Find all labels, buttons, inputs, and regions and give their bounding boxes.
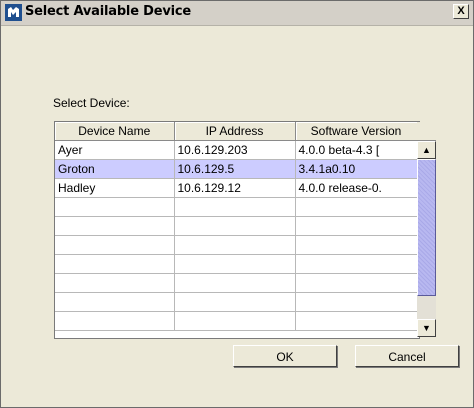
app-icon bbox=[5, 4, 22, 21]
software-version-cell: 4.0.0 beta-4.3 [ bbox=[295, 140, 418, 160]
select-device-label: Select Device: bbox=[53, 96, 130, 110]
scrollbar-thumb[interactable] bbox=[417, 159, 436, 296]
title-bar[interactable]: Select Available Device X bbox=[1, 1, 473, 26]
table-row[interactable] bbox=[55, 254, 418, 274]
software-version-cell bbox=[295, 216, 418, 236]
device-name-cell: Hadley bbox=[55, 178, 175, 198]
table-row[interactable] bbox=[55, 311, 418, 331]
ok-button[interactable]: OK bbox=[233, 345, 337, 367]
software-version-cell: 3.4.1a0.10 bbox=[295, 159, 418, 179]
software-version-cell bbox=[295, 273, 418, 293]
ip-address-cell bbox=[174, 292, 296, 312]
device-name-cell bbox=[55, 311, 175, 331]
device-name-cell bbox=[55, 254, 175, 274]
cancel-button[interactable]: Cancel bbox=[355, 345, 459, 367]
ip-address-cell bbox=[174, 273, 296, 293]
device-name-cell bbox=[55, 235, 175, 255]
device-table-container: Device Name IP Address Software Version … bbox=[54, 121, 436, 339]
header-corner bbox=[417, 122, 436, 141]
device-name-cell: Ayer bbox=[55, 140, 175, 160]
table-row[interactable]: Hadley 10.6.129.12 4.0.0 release-0. bbox=[55, 178, 418, 198]
device-name-cell bbox=[55, 292, 175, 312]
ip-address-cell bbox=[174, 311, 296, 331]
dialog-content: Select Device: Device Name IP Address So… bbox=[1, 26, 473, 407]
software-version-cell bbox=[295, 292, 418, 312]
software-version-cell: 4.0.0 release-0. bbox=[295, 178, 418, 198]
table-row[interactable] bbox=[55, 235, 418, 255]
vertical-scrollbar[interactable]: ▲ ▼ bbox=[417, 141, 436, 337]
column-header-ip-address[interactable]: IP Address bbox=[174, 122, 296, 141]
scroll-up-arrow-icon[interactable]: ▲ bbox=[417, 141, 436, 159]
column-header-device-name[interactable]: Device Name bbox=[55, 122, 175, 141]
scroll-down-arrow-icon[interactable]: ▼ bbox=[417, 319, 436, 337]
ip-address-cell bbox=[174, 216, 296, 236]
ip-address-cell: 10.6.129.12 bbox=[174, 178, 296, 198]
column-header-software-version[interactable]: Software Version bbox=[295, 122, 418, 141]
software-version-cell bbox=[295, 197, 418, 217]
ip-address-cell: 10.6.129.5 bbox=[174, 159, 296, 179]
table-header-row: Device Name IP Address Software Version bbox=[55, 122, 418, 141]
software-version-cell bbox=[295, 235, 418, 255]
device-name-cell: Groton bbox=[55, 159, 175, 179]
table-row[interactable] bbox=[55, 216, 418, 236]
select-device-dialog: Select Available Device X Select Device:… bbox=[0, 0, 474, 408]
device-name-cell bbox=[55, 197, 175, 217]
device-name-cell bbox=[55, 273, 175, 293]
ip-address-cell bbox=[174, 197, 296, 217]
table-row[interactable] bbox=[55, 273, 418, 293]
software-version-cell bbox=[295, 254, 418, 274]
table-row[interactable]: Groton 10.6.129.5 3.4.1a0.10 bbox=[55, 159, 418, 179]
table-row[interactable]: Ayer 10.6.129.203 4.0.0 beta-4.3 [ bbox=[55, 140, 418, 160]
ip-address-cell bbox=[174, 235, 296, 255]
device-rows: Ayer 10.6.129.203 4.0.0 beta-4.3 [Groton 10… bbox=[55, 140, 418, 331]
device-name-cell bbox=[55, 216, 175, 236]
window-title: Select Available Device bbox=[25, 4, 191, 19]
table-row[interactable] bbox=[55, 197, 418, 217]
table-row[interactable] bbox=[55, 292, 418, 312]
ip-address-cell bbox=[174, 254, 296, 274]
device-table: Device Name IP Address Software Version … bbox=[55, 122, 418, 331]
ip-address-cell: 10.6.129.203 bbox=[174, 140, 296, 160]
software-version-cell bbox=[295, 311, 418, 331]
close-button[interactable]: X bbox=[453, 4, 469, 19]
